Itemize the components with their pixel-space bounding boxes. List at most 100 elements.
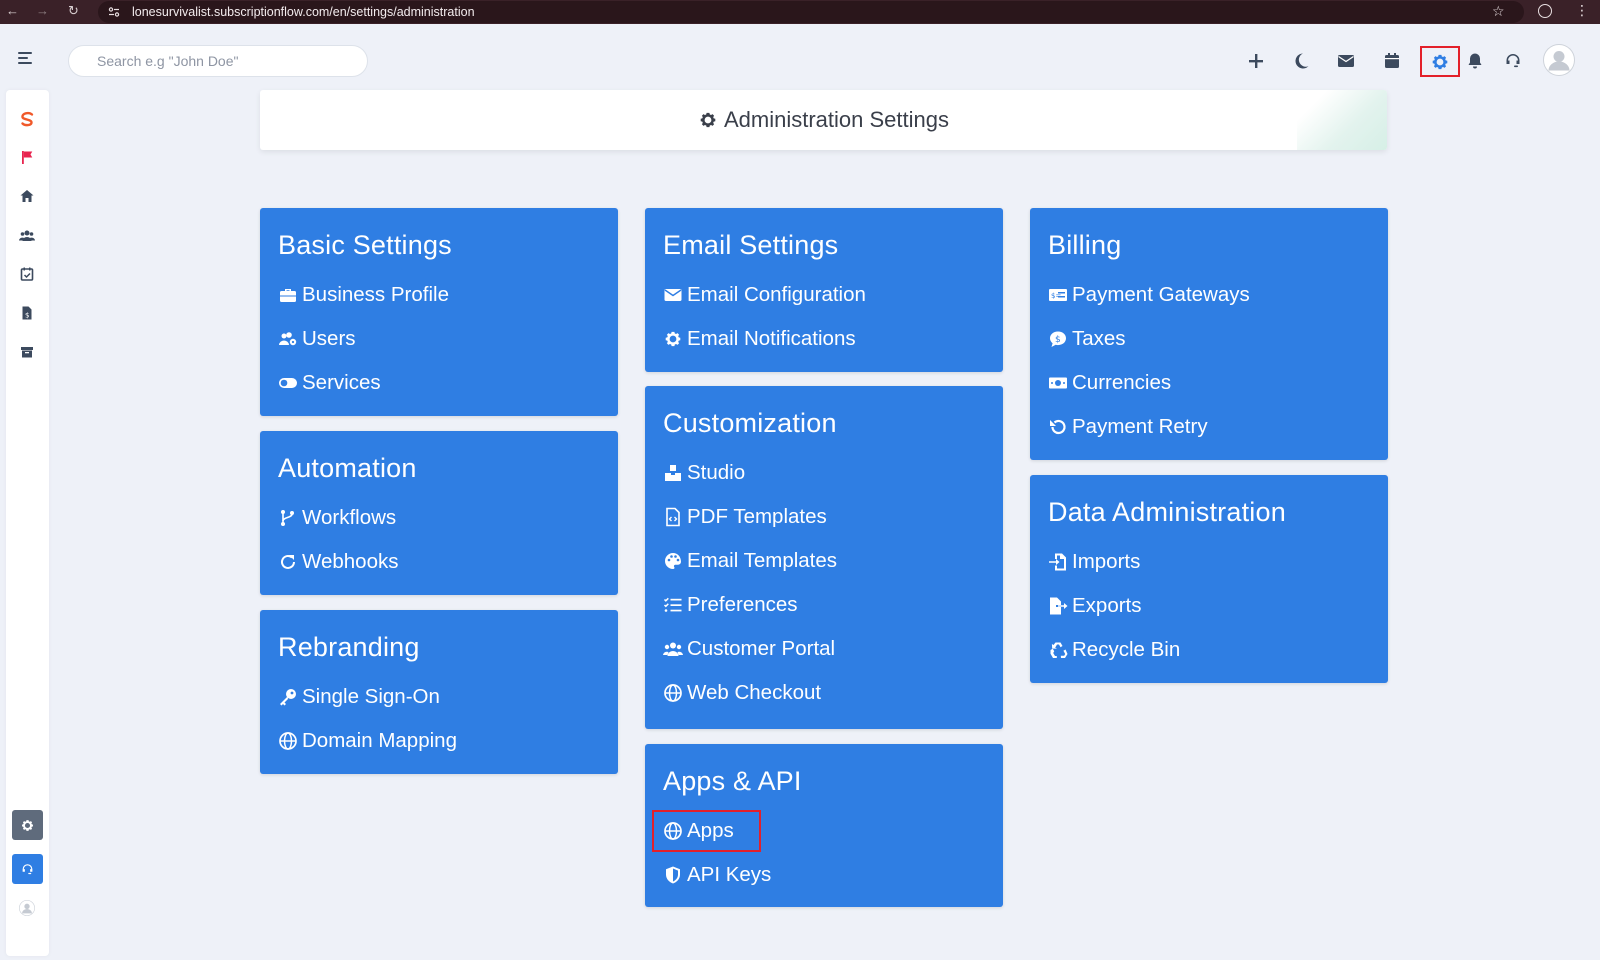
money-bill-icon — [1049, 377, 1067, 389]
card-customization: Customization Studio PDF Templates Email… — [645, 386, 1003, 729]
link-preferences[interactable]: Preferences — [663, 592, 798, 618]
card-data-administration: Data Administration Imports Exports Recy… — [1030, 475, 1388, 683]
link-pdf-templates[interactable]: PDF Templates — [663, 504, 827, 530]
archive-icon[interactable] — [16, 341, 38, 363]
toggle-icon — [279, 378, 297, 388]
forward-icon[interactable]: → — [36, 3, 49, 18]
card-title: Email Settings — [663, 230, 839, 260]
flag-icon[interactable] — [16, 146, 38, 168]
file-code-icon — [666, 507, 680, 527]
link-apps[interactable]: Apps — [652, 810, 761, 852]
file-export-icon — [1050, 597, 1068, 615]
link-users[interactable]: Users — [278, 326, 356, 352]
undo-icon — [1050, 419, 1066, 435]
shield-icon — [666, 866, 680, 884]
link-workflows[interactable]: Workflows — [278, 505, 396, 531]
globe-icon — [279, 732, 297, 750]
comment-dollar-icon: $ — [1050, 331, 1066, 347]
palette-icon — [665, 553, 681, 569]
invoice-icon[interactable]: $ — [16, 302, 38, 324]
url-text: lonesurvivalist.subscriptionflow.com/en/… — [132, 5, 475, 19]
money-check-icon: $= — [1049, 289, 1067, 301]
link-currencies[interactable]: Currencies — [1048, 370, 1171, 396]
card-basic-settings: Basic Settings Business Profile Users Se… — [260, 208, 618, 416]
key-icon — [280, 689, 296, 706]
svg-text:$: $ — [1055, 335, 1061, 345]
bookmark-star-icon[interactable]: ☆ — [1492, 3, 1505, 20]
card-apps-api: Apps & API Apps API Keys — [645, 744, 1003, 907]
gear-icon — [665, 331, 681, 347]
link-domain-mapping[interactable]: Domain Mapping — [278, 728, 457, 754]
search-input[interactable] — [68, 45, 368, 77]
card-automation: Automation Workflows Webhooks — [260, 431, 618, 595]
card-rebranding: Rebranding Single Sign-On Domain Mapping — [260, 610, 618, 774]
link-imports[interactable]: Imports — [1048, 549, 1140, 575]
brand-logo-icon[interactable] — [16, 108, 38, 130]
link-exports[interactable]: Exports — [1048, 593, 1142, 619]
gear-icon — [700, 112, 716, 128]
bell-icon[interactable] — [1460, 46, 1490, 76]
card-email-settings: Email Settings Email Configuration Email… — [645, 208, 1003, 372]
page-header: Administration Settings — [260, 90, 1387, 150]
briefcase-icon — [280, 289, 296, 302]
customers-icon[interactable] — [16, 224, 38, 246]
rotate-icon — [281, 554, 295, 569]
moon-icon[interactable] — [1286, 46, 1316, 76]
svg-text:$: $ — [25, 312, 29, 320]
avatar[interactable] — [1543, 44, 1575, 76]
headset-icon[interactable] — [1498, 46, 1528, 76]
recycle-icon — [1050, 642, 1068, 658]
left-sidebar: $ — [6, 90, 49, 956]
card-title: Data Administration — [1048, 497, 1286, 527]
users-icon — [663, 642, 683, 656]
site-settings-icon[interactable] — [108, 6, 120, 18]
card-title: Apps & API — [663, 766, 802, 796]
card-billing: Billing $= Payment Gateways $ Taxes Curr… — [1030, 208, 1388, 460]
mail-icon[interactable] — [1331, 46, 1361, 76]
browser-profile-icon[interactable] — [1538, 4, 1552, 18]
browser-toolbar: ← → ↻ lonesurvivalist.subscriptionflow.c… — [0, 0, 1600, 24]
link-email-notifications[interactable]: Email Notifications — [663, 326, 856, 352]
link-recycle-bin[interactable]: Recycle Bin — [1048, 637, 1180, 663]
card-title: Rebranding — [278, 632, 420, 662]
link-single-sign-on[interactable]: Single Sign-On — [278, 684, 440, 710]
link-services[interactable]: Services — [278, 370, 381, 396]
page-title-text: Administration Settings — [724, 107, 949, 132]
plus-icon[interactable] — [1241, 46, 1271, 76]
link-email-templates[interactable]: Email Templates — [663, 548, 837, 574]
address-bar[interactable]: lonesurvivalist.subscriptionflow.com/en/… — [98, 1, 1524, 23]
settings-gear-icon[interactable] — [12, 810, 43, 840]
home-icon[interactable] — [16, 185, 38, 207]
link-studio[interactable]: Studio — [663, 460, 745, 486]
link-customer-portal[interactable]: Customer Portal — [663, 636, 835, 662]
page-title: Administration Settings — [260, 107, 1387, 133]
user-avatar-icon[interactable] — [15, 896, 39, 920]
link-api-keys[interactable]: API Keys — [663, 862, 771, 888]
link-taxes[interactable]: $ Taxes — [1048, 326, 1126, 352]
link-email-configuration[interactable]: Email Configuration — [663, 282, 866, 308]
file-import-icon — [1049, 553, 1066, 571]
envelope-icon — [664, 289, 682, 301]
link-web-checkout[interactable]: Web Checkout — [663, 680, 821, 706]
link-webhooks[interactable]: Webhooks — [278, 549, 398, 575]
menu-toggle-icon[interactable] — [18, 52, 32, 64]
calendar-icon[interactable] — [1377, 46, 1407, 76]
users-gear-icon — [279, 332, 297, 346]
link-business-profile[interactable]: Business Profile — [278, 282, 449, 308]
cubes-icon — [665, 465, 681, 481]
link-payment-retry[interactable]: Payment Retry — [1048, 414, 1208, 440]
globe-icon — [664, 822, 682, 840]
card-title: Customization — [663, 408, 837, 438]
calendar-check-icon[interactable] — [16, 263, 38, 285]
code-branch-icon — [281, 510, 294, 526]
globe-icon — [664, 684, 682, 702]
support-headset-icon[interactable] — [12, 854, 43, 884]
browser-menu-icon[interactable]: ⋮ — [1575, 2, 1589, 19]
list-check-icon — [663, 597, 682, 612]
reload-icon[interactable]: ↻ — [68, 3, 79, 19]
back-icon[interactable]: ← — [6, 3, 19, 18]
card-title: Basic Settings — [278, 230, 452, 260]
gear-icon[interactable] — [1420, 46, 1460, 77]
card-title: Automation — [278, 453, 417, 483]
link-payment-gateways[interactable]: $= Payment Gateways — [1048, 282, 1250, 308]
